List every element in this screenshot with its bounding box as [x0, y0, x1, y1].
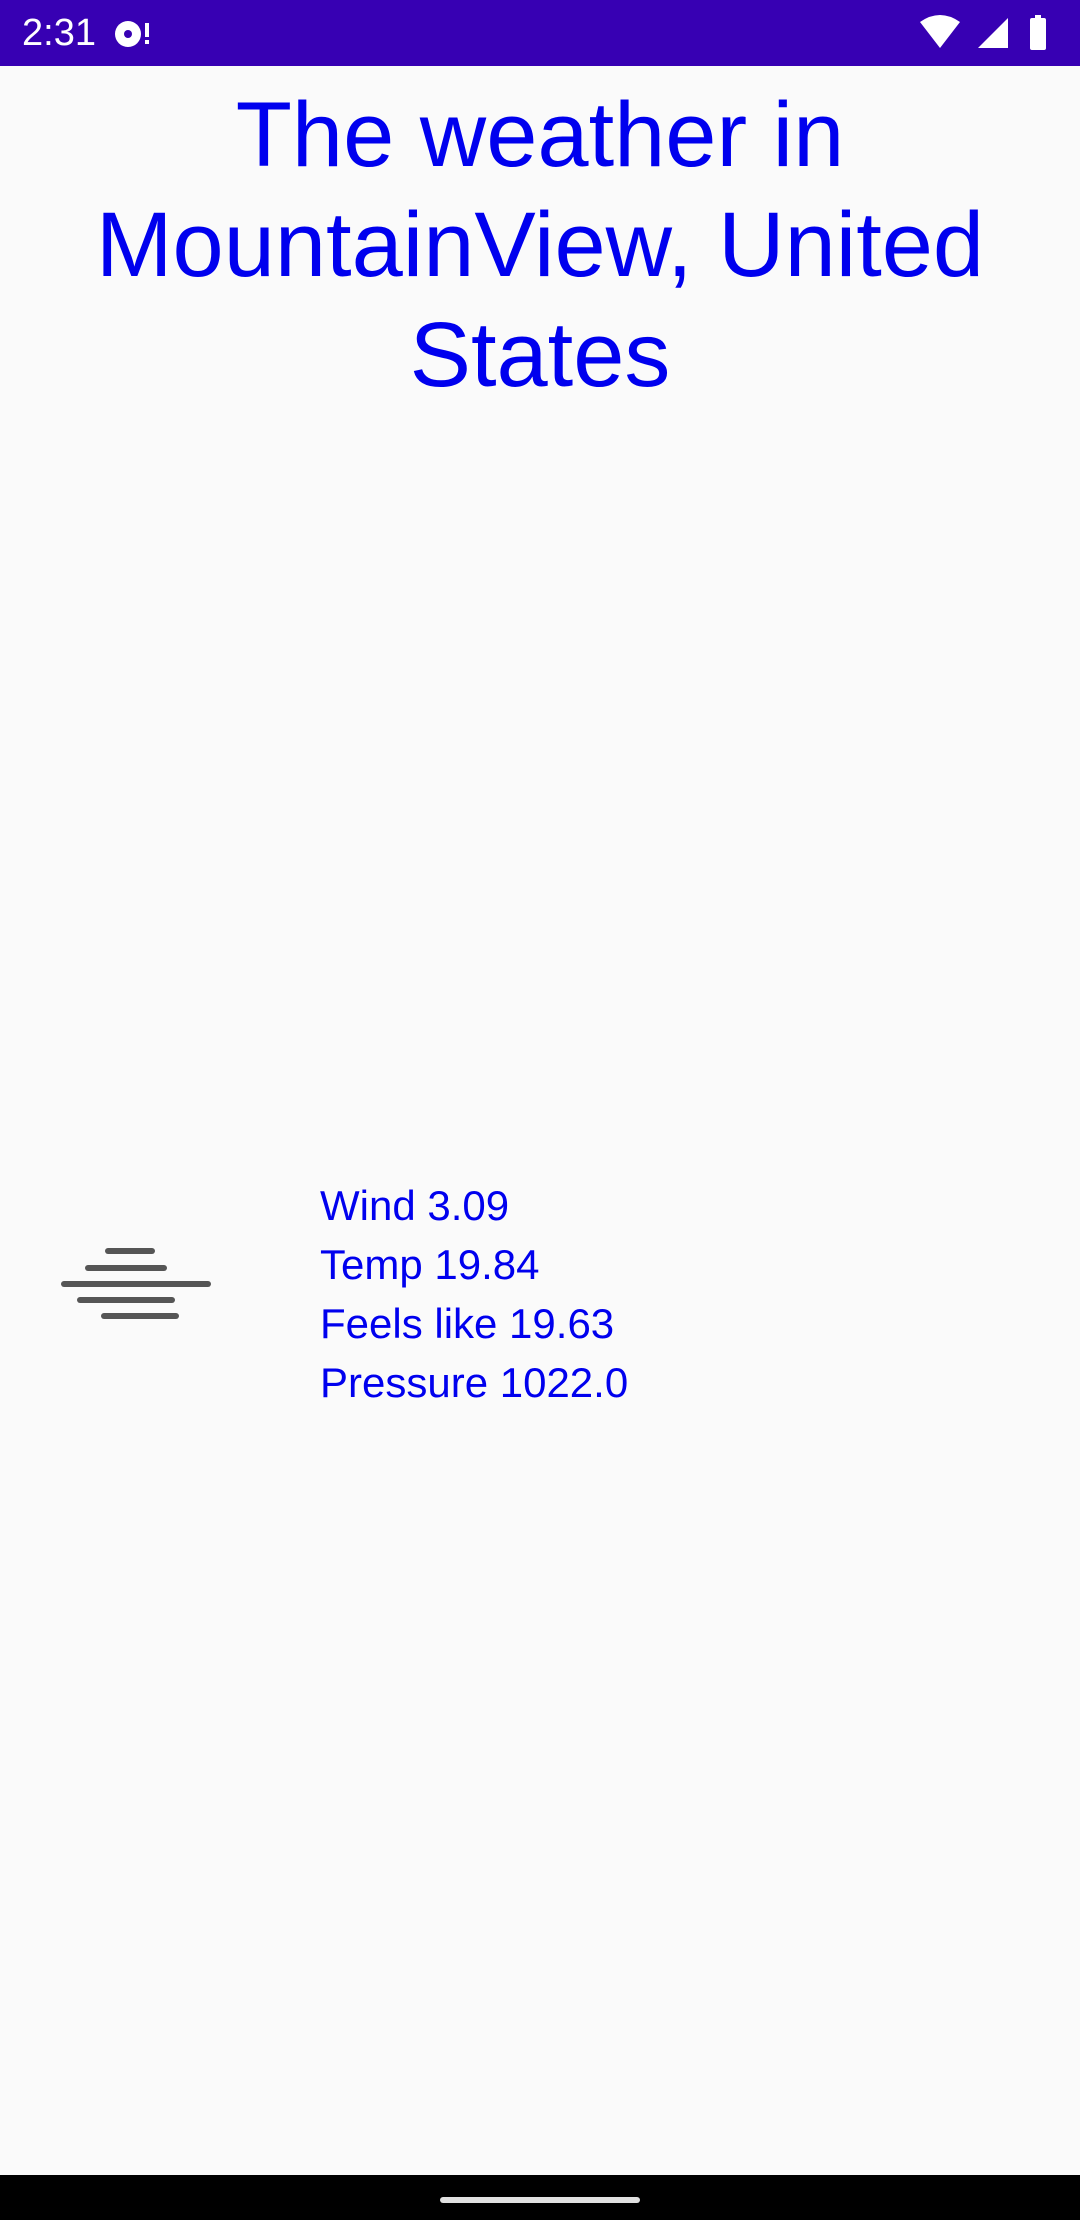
pressure-value: Pressure 1022.0 — [320, 1359, 629, 1406]
status-time: 2:31 — [22, 12, 96, 54]
feels-like-value: Feels like 19.63 — [320, 1300, 615, 1347]
wind-value: Wind 3.09 — [320, 1182, 510, 1229]
wifi-icon — [920, 15, 960, 48]
navigation-bar — [0, 2175, 1080, 2220]
page-title: The weather in MountainView, United Stat… — [95, 84, 985, 406]
cell-signal-icon — [978, 18, 1008, 48]
battery-icon — [1030, 15, 1046, 50]
weather-details: Wind 3.09 Temp 19.84 Feels like 19.63 Pr… — [320, 1176, 628, 1412]
status-icons — [920, 15, 1046, 50]
media-notification-icon — [115, 21, 149, 47]
temp-value: Temp 19.84 — [320, 1241, 540, 1288]
fog-mist-icon — [61, 1248, 211, 1319]
status-bar: 2:31 — [0, 0, 1080, 66]
home-gesture-pill[interactable] — [440, 2197, 640, 2203]
